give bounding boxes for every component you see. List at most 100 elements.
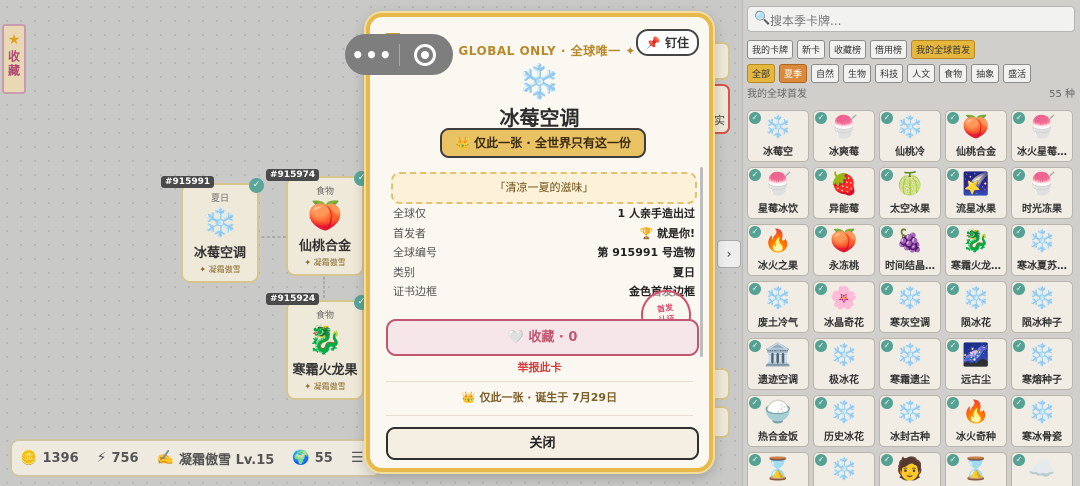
card-cell[interactable]: ✓ ❄️ 冰封古种 <box>879 395 941 447</box>
filter-nature[interactable]: 自然 <box>811 64 840 83</box>
check-icon: ✓ <box>749 340 761 352</box>
filter-creature[interactable]: 生物 <box>843 64 872 83</box>
card-cell[interactable]: ✓ 🌠 流星冰果 <box>945 167 1007 219</box>
card-cell[interactable]: ✓ ❄️ 历史冰花 <box>813 395 875 447</box>
check-icon: ✓ <box>749 397 761 409</box>
tab-favorites-rank[interactable]: 收藏榜 <box>829 40 867 59</box>
card-label: 寒冰骨瓷 <box>1022 432 1062 443</box>
filter-life[interactable]: 盛活 <box>1003 64 1032 83</box>
tab-new-cards[interactable]: 新卡 <box>797 40 826 59</box>
check-icon: ✓ <box>1013 169 1025 181</box>
card-cell[interactable]: ✓ ❄️ 寒冰夏苏… <box>1011 224 1073 276</box>
favorites-side-tab[interactable]: ★ 收藏 <box>2 24 26 94</box>
filter-all[interactable]: 全部 <box>747 64 776 83</box>
check-icon: ✓ <box>947 397 959 409</box>
check-icon: ✓ <box>947 112 959 124</box>
card-cell[interactable]: ✓ ⌛ <box>747 452 809 486</box>
check-icon: ✓ <box>815 226 827 238</box>
more-options-icon[interactable]: ••• <box>345 43 399 67</box>
birth-date-label: 👑 仅此一张 · 诞生于 7月29日 <box>461 391 618 404</box>
miniprogram-capsule: ••• <box>345 34 453 75</box>
favorite-button[interactable]: 🤍 收藏 · 0 <box>386 319 699 356</box>
tab-borrow-rank[interactable]: 借用榜 <box>870 40 908 59</box>
card-cell[interactable]: ✓ ❄️ 冰莓空 <box>747 110 809 162</box>
card-cell[interactable]: ✓ 🍧 星莓冰饮 <box>747 167 809 219</box>
check-icon: ✓ <box>249 178 264 193</box>
filter-humanities[interactable]: 人文 <box>907 64 936 83</box>
card-cell[interactable]: ✓ ❄️ 陨冰花 <box>945 281 1007 333</box>
check-icon: ✓ <box>1013 397 1025 409</box>
filter-food[interactable]: 食物 <box>939 64 968 83</box>
card-cell[interactable]: ✓ 🍧 时光冻果 <box>1011 167 1073 219</box>
report-link[interactable]: 举报此卡 <box>370 359 709 375</box>
canvas-node[interactable]: #915924 食物 🐉 寒霜火龙果 ✦ 凝霜傲雪 ✓ <box>266 293 369 400</box>
card-cell[interactable]: ✓ 🔥 冰火之果 <box>747 224 809 276</box>
favorites-side-tab-label: 收藏 <box>6 50 21 78</box>
card-cell[interactable]: ✓ 🌌 远古尘 <box>945 338 1007 390</box>
star-icon: ★ <box>7 32 21 48</box>
card-cell[interactable]: ✓ 🍚 热合金饭 <box>747 395 809 447</box>
canvas-node[interactable]: #915991 夏日 ❄️ 冰莓空调 ✦ 凝霜傲雪 ✓ <box>161 176 264 283</box>
card-cell[interactable]: ✓ 🍈 太空冰果 <box>879 167 941 219</box>
card-cell[interactable]: ✓ ❄️ 仙桃冷 <box>879 110 941 162</box>
card-cell[interactable]: ✓ 🍑 永冻桃 <box>813 224 875 276</box>
close-miniprogram-icon[interactable] <box>414 43 436 66</box>
check-icon: ✓ <box>881 454 893 466</box>
node-name: 仙桃合金 <box>298 239 351 254</box>
modal-scrollbar[interactable] <box>700 167 703 357</box>
panel-collapse-toggle[interactable]: › <box>717 240 741 268</box>
pen-icon: ✍️ <box>156 450 175 466</box>
card-cell[interactable]: ✓ 🍧 冰火星莓… <box>1011 110 1073 162</box>
check-icon: ✓ <box>881 340 893 352</box>
filter-abstract[interactable]: 抽象 <box>971 64 1000 83</box>
card-cell[interactable]: ✓ ❄️ 极冰花 <box>813 338 875 390</box>
card-cell[interactable]: ✓ ❄️ 陨冰种子 <box>1011 281 1073 333</box>
card-cell[interactable]: ✓ 🔥 冰火奇种 <box>945 395 1007 447</box>
card-cell[interactable]: ✓ 🌸 冰晶奇花 <box>813 281 875 333</box>
card-cell[interactable]: ✓ ❄️ 寒灰空调 <box>879 281 941 333</box>
globe-stat: 🌍 55 <box>292 450 333 466</box>
stats-bar: 🪙1396 ⚡756 ✍️凝霜傲雪 Lv.15 🌍55 ☰更多 <box>10 439 394 477</box>
tab-my-cards[interactable]: 我的卡牌 <box>747 40 794 59</box>
card-label: 冰火奇种 <box>956 432 996 443</box>
check-icon: ✓ <box>947 340 959 352</box>
card-cell[interactable]: ✓ 🍓 异能莓 <box>813 167 875 219</box>
card-label: 冰封古种 <box>890 432 930 443</box>
card-cell[interactable]: ✓ ❄️ 寒冰骨瓷 <box>1011 395 1073 447</box>
card-cell[interactable]: ✓ ⌛ <box>945 452 1007 486</box>
card-cell[interactable]: ✓ 🍑 仙桃合金 <box>945 110 1007 162</box>
node-partial-label: 实 <box>714 114 725 127</box>
search-icon: 🔍 <box>754 11 771 26</box>
card-label: 时光冻果 <box>1022 204 1062 215</box>
check-icon: ✓ <box>815 397 827 409</box>
close-button[interactable]: 关闭 <box>386 427 699 460</box>
card-cell[interactable]: ✓ 🧑 <box>879 452 941 486</box>
node-category: 夏日 <box>210 194 229 204</box>
card-label: 仙桃冷 <box>895 147 925 158</box>
check-icon: ✓ <box>947 226 959 238</box>
card-cell[interactable]: ✓ 🍧 冰爽莓 <box>813 110 875 162</box>
node-badge: ✦ 凝霜傲雪 <box>304 382 346 391</box>
card-cell[interactable]: ✓ ❄️ 寒熔种子 <box>1011 338 1073 390</box>
card-cell[interactable]: ✓ 🍇 时间结晶… <box>879 224 941 276</box>
check-icon: ✓ <box>815 283 827 295</box>
card-cell[interactable]: ✓ ☁️ <box>1011 452 1073 486</box>
section-count: 55 种 <box>1049 89 1075 100</box>
connector-line <box>256 236 286 238</box>
check-icon: ✓ <box>881 397 893 409</box>
card-cell[interactable]: ✓ ❄️ <box>813 452 875 486</box>
check-icon: ✓ <box>881 169 893 181</box>
card-cell[interactable]: ✓ 🐉 寒霜火龙… <box>945 224 1007 276</box>
card-label: 热合金饭 <box>758 432 798 443</box>
card-label: 寒霜火龙… <box>951 261 1001 272</box>
card-search-input[interactable]: 🔍 搜本季卡牌... <box>747 6 1075 32</box>
card-cell[interactable]: ✓ 🏛️ 遗迹空调 <box>747 338 809 390</box>
canvas-node[interactable]: #915974 食物 🍑 仙桃合金 ✦ 凝霜傲雪 ✓ <box>266 169 369 276</box>
card-cell[interactable]: ✓ ❄️ 废土冷气 <box>747 281 809 333</box>
filter-summer[interactable]: 夏季 <box>779 64 808 83</box>
tab-global-firsts[interactable]: 我的全球首发 <box>911 40 976 59</box>
unique-banner: 👑 仅此一张 · 全世界只有这一份 <box>440 128 646 158</box>
card-cell[interactable]: ✓ ❄️ 寒霜遗尘 <box>879 338 941 390</box>
filter-tech[interactable]: 科技 <box>875 64 904 83</box>
node-name: 冰莓空调 <box>193 246 246 261</box>
